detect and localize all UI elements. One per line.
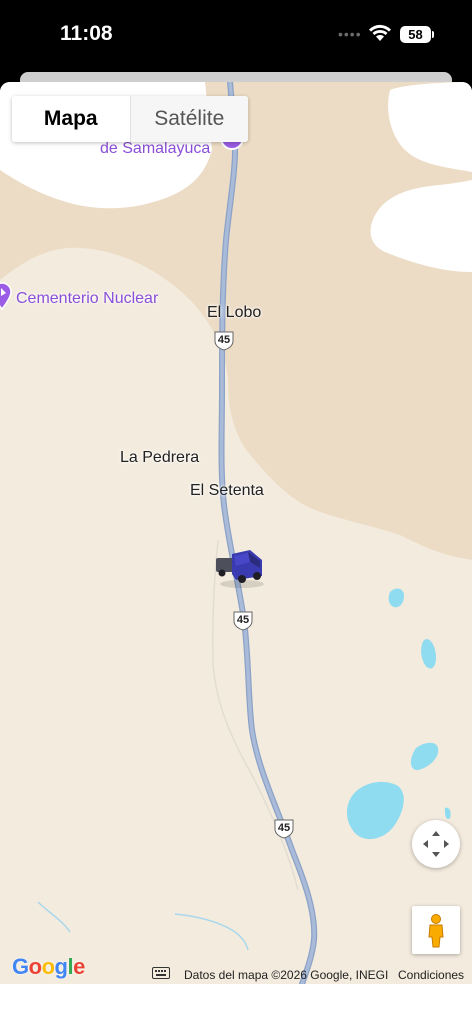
- lake-5: [444, 807, 451, 820]
- map-canvas: [0, 82, 472, 984]
- lake-3: [410, 742, 439, 771]
- map-type-toggle: Mapa Satélite: [12, 96, 248, 142]
- lake-4: [346, 781, 404, 840]
- signal-dots-icon: ••••: [338, 26, 362, 42]
- shield-number: 45: [236, 614, 250, 626]
- shield-number: 45: [217, 334, 231, 346]
- battery-tip: [432, 31, 434, 38]
- lake-1: [388, 588, 404, 608]
- status-time: 11:08: [60, 22, 113, 45]
- lake-2: [421, 639, 436, 669]
- poi-pin-icon[interactable]: [0, 282, 12, 312]
- wifi-icon: [369, 24, 391, 41]
- poi-label-cementerio-nuclear[interactable]: Cementerio Nuclear: [16, 290, 158, 308]
- status-bar: 11:08 •••• 58: [0, 0, 472, 72]
- stream-1: [37, 901, 71, 933]
- google-logo[interactable]: Google: [12, 954, 85, 980]
- bottom-area: [0, 984, 472, 1024]
- highway-shield: 45: [273, 819, 295, 839]
- map-type-satellite-button[interactable]: Satélite: [129, 96, 248, 142]
- poi-label-samalayuca[interactable]: de Samalayuca: [100, 140, 210, 158]
- battery-indicator: 58: [400, 26, 431, 43]
- keyboard-icon[interactable]: [152, 967, 170, 979]
- highway-shield: 45: [232, 611, 254, 631]
- map-view[interactable]: [0, 82, 472, 984]
- recenter-button[interactable]: [412, 820, 460, 868]
- street-view-button[interactable]: [412, 906, 460, 954]
- place-label-el-lobo: El Lobo: [207, 304, 262, 321]
- map-attribution: Datos del mapa ©2026 Google, INEGI Condi…: [152, 964, 472, 984]
- terms-link[interactable]: Condiciones: [398, 968, 464, 982]
- shield-number: 45: [277, 822, 291, 834]
- map-type-map-button[interactable]: Mapa: [12, 96, 130, 142]
- place-label-la-pedrera: La Pedrera: [120, 449, 200, 466]
- recenter-icon: [423, 831, 449, 857]
- stream-2: [174, 913, 249, 951]
- highway-shield: 45: [213, 331, 235, 351]
- place-label-el-setenta: El Setenta: [190, 482, 264, 499]
- pegman-icon: [428, 914, 444, 948]
- map-data-attribution: Datos del mapa ©2026 Google, INEGI: [184, 968, 389, 982]
- truck-icon[interactable]: [214, 546, 266, 590]
